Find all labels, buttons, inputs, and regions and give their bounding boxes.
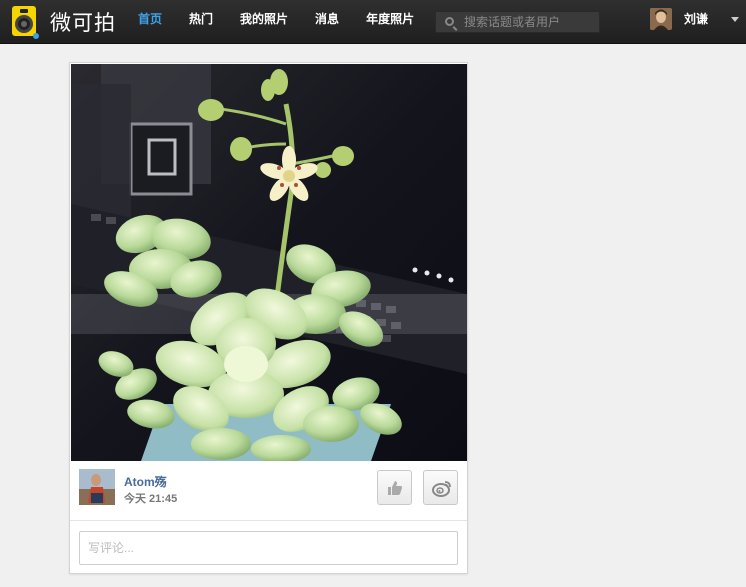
nav-item-hot[interactable]: 热门 [181,0,221,44]
post-time: 今天 21:45 [124,493,178,505]
camera-app-icon[interactable] [12,6,39,39]
succulent-flower-photo[interactable] [71,64,467,461]
user-name[interactable]: 刘谦 [684,10,708,27]
top-nav-bar: 微可拍 首页 热门 我的照片 消息 年度照片 刘谦 [0,0,746,44]
comment-input[interactable] [80,532,457,564]
like-button[interactable] [377,470,412,505]
comment-box [79,531,458,565]
author-avatar[interactable] [79,469,115,505]
search-box [435,11,600,33]
search-icon[interactable] [445,17,454,26]
post-meta: Atom殇 今天 21:45 [70,461,467,521]
nav-item-messages[interactable]: 消息 [307,0,347,44]
author-name[interactable]: Atom殇 [124,473,167,490]
weibo-share-button[interactable] [423,470,458,505]
nav-item-annual-photos[interactable]: 年度照片 [358,0,422,44]
nav-item-home[interactable]: 首页 [130,0,170,44]
caret-down-icon[interactable] [731,17,739,22]
nav-item-my-photos[interactable]: 我的照片 [232,0,296,44]
weibo-icon [432,481,451,497]
photo-card: Atom殇 今天 21:45 [69,62,468,574]
search-input[interactable] [464,12,596,32]
app-logo-text[interactable]: 微可拍 [50,7,116,37]
thumbs-up-icon [388,481,402,495]
user-avatar[interactable] [650,8,672,30]
main-nav: 首页 热门 我的照片 消息 年度照片 [130,0,433,44]
